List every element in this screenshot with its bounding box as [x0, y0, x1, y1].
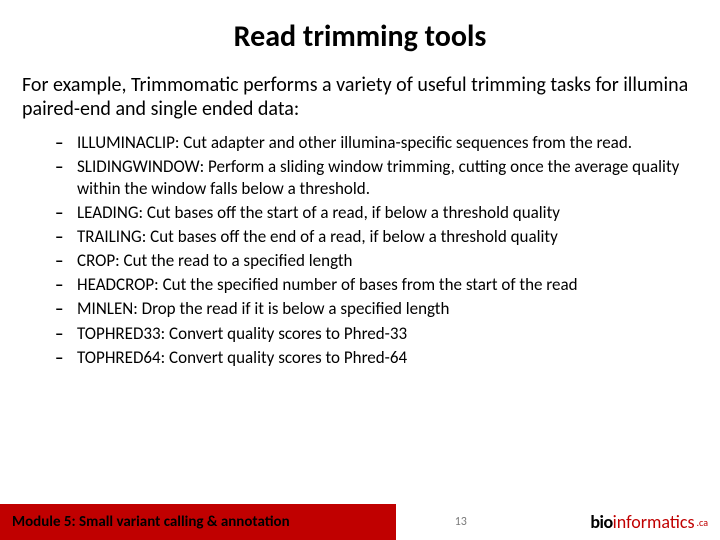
bullet-item: TRAILING: Cut bases off the end of a rea… [55, 226, 700, 248]
bullet-item: LEADING: Cut bases off the start of a re… [55, 202, 700, 224]
bullet-term: SLIDINGWINDOW: [77, 156, 204, 177]
bullet-desc: Convert quality scores to Phred-33 [165, 323, 407, 344]
bullet-term: MINLEN: [77, 298, 138, 319]
bullet-desc: Cut bases off the start of a read, if be… [143, 202, 560, 223]
slide-title: Read trimming tools [0, 0, 720, 55]
bullet-term: CROP: [77, 250, 120, 271]
brand-ca: .ca [697, 516, 708, 529]
bullet-desc: Cut the read to a specified length [120, 250, 353, 271]
bullet-item: SLIDINGWINDOW: Perform a sliding window … [55, 156, 700, 200]
brand-informatics: informatics [613, 511, 695, 533]
bullet-term: TOPHRED64: [77, 347, 165, 368]
bullet-list: ILLUMINACLIP: Cut adapter and other illu… [0, 122, 720, 369]
bullet-desc: Cut the specified number of bases from t… [159, 274, 578, 295]
bullet-item: CROP: Cut the read to a specified length [55, 250, 700, 272]
bullet-desc: Cut bases off the end of a read, if belo… [146, 226, 558, 247]
bullet-item: ILLUMINACLIP: Cut adapter and other illu… [55, 132, 700, 154]
bullet-term: LEADING: [77, 202, 143, 223]
footer-page-number: 13 [396, 504, 526, 540]
bullet-desc: Drop the read if it is below a specified… [138, 298, 450, 319]
bullet-term: TOPHRED33: [77, 323, 165, 344]
intro-paragraph: For example, Trimmomatic performs a vari… [0, 55, 720, 122]
footer-brand: bioinformatics.ca [526, 504, 720, 540]
footer-module: Module 5: Small variant calling & annota… [0, 504, 396, 540]
footer: Module 5: Small variant calling & annota… [0, 504, 720, 540]
bullet-item: HEADCROP: Cut the specified number of ba… [55, 274, 700, 296]
bullet-item: TOPHRED64: Convert quality scores to Phr… [55, 347, 700, 369]
bullet-desc: Cut adapter and other illumina-specific … [179, 132, 632, 153]
bullet-item: TOPHRED33: Convert quality scores to Phr… [55, 323, 700, 345]
bullet-item: MINLEN: Drop the read if it is below a s… [55, 298, 700, 320]
bullet-term: TRAILING: [77, 226, 146, 247]
slide: Read trimming tools For example, Trimmom… [0, 0, 720, 540]
bullet-term: ILLUMINACLIP: [77, 132, 179, 153]
bullet-desc: Convert quality scores to Phred-64 [165, 347, 407, 368]
brand-bio: bio [590, 511, 612, 533]
bullet-term: HEADCROP: [77, 274, 159, 295]
